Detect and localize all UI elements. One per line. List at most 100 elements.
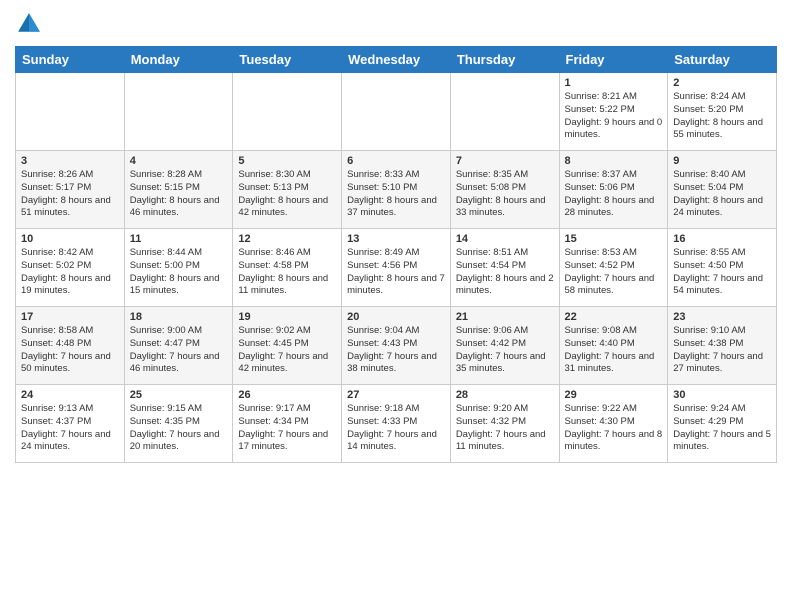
calendar-cell: 1 Sunrise: 8:21 AM Sunset: 5:22 PM Daylig… (559, 73, 668, 151)
day-info: Sunrise: 9:20 AM Sunset: 4:32 PM Dayligh… (456, 403, 554, 454)
col-header-saturday: Saturday (668, 47, 777, 73)
calendar-cell: 4Sunrise: 8:28 AM Sunset: 5:15 PM Daylig… (124, 151, 233, 229)
calendar-cell: 27 Sunrise: 9:18 AM Sunset: 4:33 PM Dayli… (342, 385, 451, 463)
day-info: Sunrise: 8:58 AM Sunset: 4:48 PM Dayligh… (21, 325, 119, 376)
day-info: Sunrise: 8:42 AM Sunset: 5:02 PM Dayligh… (21, 247, 119, 298)
col-header-sunday: Sunday (16, 47, 125, 73)
calendar-week-3: 10 Sunrise: 8:42 AM Sunset: 5:02 PM Dayli… (16, 229, 777, 307)
day-info: Sunrise: 9:10 AM Sunset: 4:38 PM Dayligh… (673, 325, 771, 376)
calendar-cell: 13 Sunrise: 8:49 AM Sunset: 4:56 PM Dayli… (342, 229, 451, 307)
day-number: 13 (347, 233, 445, 245)
day-info: Sunrise: 8:28 AM Sunset: 5:15 PM Dayligh… (130, 169, 228, 220)
day-number: 26 (238, 389, 336, 401)
col-header-thursday: Thursday (450, 47, 559, 73)
day-number: 25 (130, 389, 228, 401)
day-info: Sunrise: 8:55 AM Sunset: 4:50 PM Dayligh… (673, 247, 771, 298)
day-number: 11 (130, 233, 228, 245)
calendar-cell: 6Sunrise: 8:33 AM Sunset: 5:10 PM Daylig… (342, 151, 451, 229)
day-info: Sunrise: 8:51 AM Sunset: 4:54 PM Dayligh… (456, 247, 554, 298)
day-number: 30 (673, 389, 771, 401)
calendar-cell: 17Sunrise: 8:58 AM Sunset: 4:48 PM Dayli… (16, 307, 125, 385)
day-info: Sunrise: 9:02 AM Sunset: 4:45 PM Dayligh… (238, 325, 336, 376)
day-number: 1 (565, 77, 663, 89)
calendar-cell: 11 Sunrise: 8:44 AM Sunset: 5:00 PM Dayli… (124, 229, 233, 307)
day-info: Sunrise: 8:40 AM Sunset: 5:04 PM Dayligh… (673, 169, 771, 220)
day-number: 6 (347, 155, 445, 167)
calendar-cell: 8 Sunrise: 8:37 AM Sunset: 5:06 PM Daylig… (559, 151, 668, 229)
calendar-week-4: 17Sunrise: 8:58 AM Sunset: 4:48 PM Dayli… (16, 307, 777, 385)
calendar-cell: 12 Sunrise: 8:46 AM Sunset: 4:58 PM Dayli… (233, 229, 342, 307)
calendar-cell: 30Sunrise: 9:24 AM Sunset: 4:29 PM Dayli… (668, 385, 777, 463)
calendar-cell: 25 Sunrise: 9:15 AM Sunset: 4:35 PM Dayli… (124, 385, 233, 463)
day-number: 5 (238, 155, 336, 167)
day-info: Sunrise: 8:46 AM Sunset: 4:58 PM Dayligh… (238, 247, 336, 298)
day-info: Sunrise: 9:18 AM Sunset: 4:33 PM Dayligh… (347, 403, 445, 454)
day-number: 18 (130, 311, 228, 323)
day-info: Sunrise: 8:53 AM Sunset: 4:52 PM Dayligh… (565, 247, 663, 298)
calendar-cell: 20Sunrise: 9:04 AM Sunset: 4:43 PM Dayli… (342, 307, 451, 385)
calendar-cell: 18 Sunrise: 9:00 AM Sunset: 4:47 PM Dayli… (124, 307, 233, 385)
day-number: 15 (565, 233, 663, 245)
day-number: 9 (673, 155, 771, 167)
day-number: 12 (238, 233, 336, 245)
calendar-cell (124, 73, 233, 151)
calendar-table: SundayMondayTuesdayWednesdayThursdayFrid… (15, 46, 777, 463)
day-number: 10 (21, 233, 119, 245)
calendar-cell: 24Sunrise: 9:13 AM Sunset: 4:37 PM Dayli… (16, 385, 125, 463)
col-header-wednesday: Wednesday (342, 47, 451, 73)
logo (15, 10, 47, 38)
calendar-cell: 10 Sunrise: 8:42 AM Sunset: 5:02 PM Dayli… (16, 229, 125, 307)
day-number: 3 (21, 155, 119, 167)
day-number: 2 (673, 77, 771, 89)
calendar-week-5: 24Sunrise: 9:13 AM Sunset: 4:37 PM Dayli… (16, 385, 777, 463)
calendar-cell: 15 Sunrise: 8:53 AM Sunset: 4:52 PM Dayli… (559, 229, 668, 307)
calendar-cell: 5 Sunrise: 8:30 AM Sunset: 5:13 PM Daylig… (233, 151, 342, 229)
col-header-tuesday: Tuesday (233, 47, 342, 73)
day-info: Sunrise: 8:49 AM Sunset: 4:56 PM Dayligh… (347, 247, 445, 298)
day-number: 28 (456, 389, 554, 401)
day-info: Sunrise: 9:15 AM Sunset: 4:35 PM Dayligh… (130, 403, 228, 454)
day-info: Sunrise: 9:08 AM Sunset: 4:40 PM Dayligh… (565, 325, 663, 376)
calendar-cell (342, 73, 451, 151)
day-number: 8 (565, 155, 663, 167)
calendar-cell: 21Sunrise: 9:06 AM Sunset: 4:42 PM Dayli… (450, 307, 559, 385)
day-number: 20 (347, 311, 445, 323)
day-info: Sunrise: 8:44 AM Sunset: 5:00 PM Dayligh… (130, 247, 228, 298)
calendar-cell: 7 Sunrise: 8:35 AM Sunset: 5:08 PM Daylig… (450, 151, 559, 229)
day-info: Sunrise: 8:21 AM Sunset: 5:22 PM Dayligh… (565, 91, 663, 142)
calendar-week-1: 1 Sunrise: 8:21 AM Sunset: 5:22 PM Daylig… (16, 73, 777, 151)
calendar-cell: 29Sunrise: 9:22 AM Sunset: 4:30 PM Dayli… (559, 385, 668, 463)
day-number: 23 (673, 311, 771, 323)
day-number: 7 (456, 155, 554, 167)
day-info: Sunrise: 9:17 AM Sunset: 4:34 PM Dayligh… (238, 403, 336, 454)
calendar-cell: 28 Sunrise: 9:20 AM Sunset: 4:32 PM Dayli… (450, 385, 559, 463)
col-header-friday: Friday (559, 47, 668, 73)
day-number: 14 (456, 233, 554, 245)
logo-icon (15, 10, 43, 38)
col-header-monday: Monday (124, 47, 233, 73)
day-info: Sunrise: 8:30 AM Sunset: 5:13 PM Dayligh… (238, 169, 336, 220)
calendar-header-row: SundayMondayTuesdayWednesdayThursdayFrid… (16, 47, 777, 73)
day-info: Sunrise: 8:35 AM Sunset: 5:08 PM Dayligh… (456, 169, 554, 220)
calendar-cell: 16 Sunrise: 8:55 AM Sunset: 4:50 PM Dayli… (668, 229, 777, 307)
calendar-cell: 9 Sunrise: 8:40 AM Sunset: 5:04 PM Daylig… (668, 151, 777, 229)
header (15, 10, 777, 38)
page: SundayMondayTuesdayWednesdayThursdayFrid… (0, 0, 792, 612)
day-info: Sunrise: 9:00 AM Sunset: 4:47 PM Dayligh… (130, 325, 228, 376)
day-number: 16 (673, 233, 771, 245)
day-number: 27 (347, 389, 445, 401)
calendar-week-2: 3 Sunrise: 8:26 AM Sunset: 5:17 PM Daylig… (16, 151, 777, 229)
calendar-cell: 2 Sunrise: 8:24 AM Sunset: 5:20 PM Daylig… (668, 73, 777, 151)
day-number: 29 (565, 389, 663, 401)
calendar-cell (450, 73, 559, 151)
day-info: Sunrise: 8:24 AM Sunset: 5:20 PM Dayligh… (673, 91, 771, 142)
day-info: Sunrise: 9:06 AM Sunset: 4:42 PM Dayligh… (456, 325, 554, 376)
day-info: Sunrise: 8:37 AM Sunset: 5:06 PM Dayligh… (565, 169, 663, 220)
day-info: Sunrise: 8:26 AM Sunset: 5:17 PM Dayligh… (21, 169, 119, 220)
day-info: Sunrise: 9:13 AM Sunset: 4:37 PM Dayligh… (21, 403, 119, 454)
calendar-cell: 14 Sunrise: 8:51 AM Sunset: 4:54 PM Dayli… (450, 229, 559, 307)
calendar-cell (233, 73, 342, 151)
calendar-cell: 26 Sunrise: 9:17 AM Sunset: 4:34 PM Dayli… (233, 385, 342, 463)
calendar-cell: 3 Sunrise: 8:26 AM Sunset: 5:17 PM Daylig… (16, 151, 125, 229)
calendar-cell: 22Sunrise: 9:08 AM Sunset: 4:40 PM Dayli… (559, 307, 668, 385)
